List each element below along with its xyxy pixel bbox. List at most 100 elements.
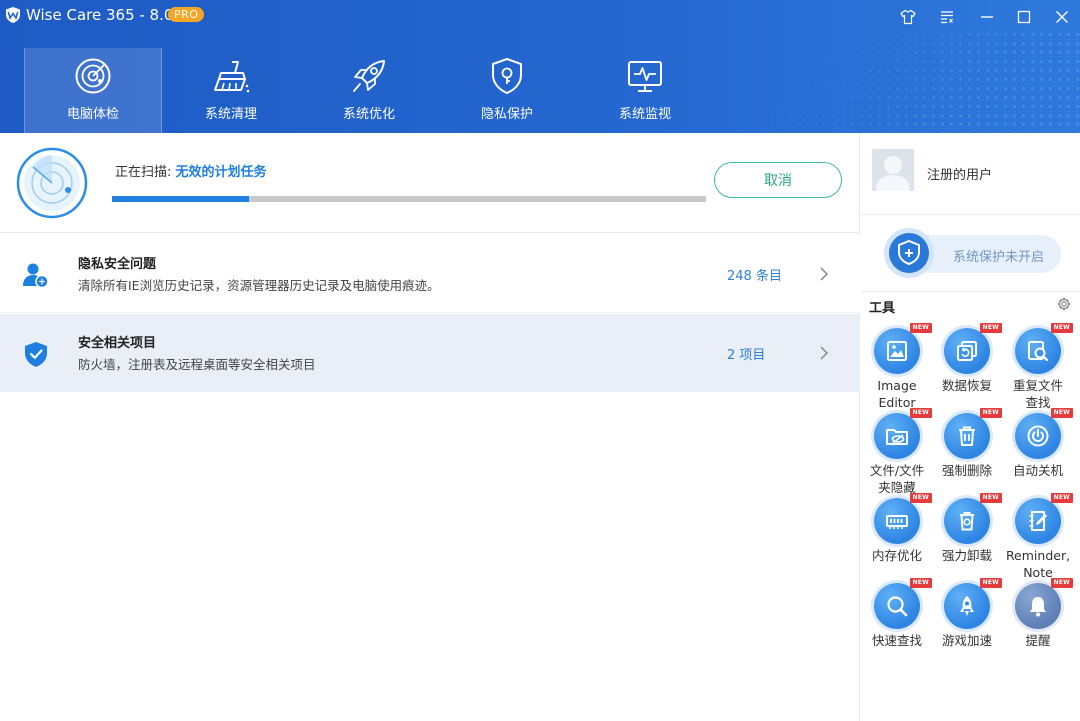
nav-tab-clean[interactable]: 系统清理 xyxy=(162,48,300,133)
chevron-right-icon xyxy=(820,346,829,360)
header: Wise Care 365 - 8.0.6 PRO 电脑体检 系统清理 系统优化… xyxy=(0,0,1080,133)
user-name[interactable]: 注册的用户 xyxy=(927,164,992,183)
result-row-security[interactable]: 安全相关项目 防火墙，注册表及远程桌面等安全相关项目 2 项目 xyxy=(0,314,860,392)
scan-target: 无效的计划任务 xyxy=(175,165,267,180)
user-silhouette-icon xyxy=(872,149,914,191)
tool-duplicate-finder[interactable]: NEW 重复文件 查找 xyxy=(1003,323,1073,411)
new-badge: NEW xyxy=(1050,323,1073,333)
tool-label: 强制删除 xyxy=(941,463,992,478)
tool-label: Image Editor xyxy=(877,378,917,410)
tool-quick-search[interactable]: NEW 快速查找 xyxy=(862,578,932,649)
tool-label: 重复文件 查找 xyxy=(1012,378,1063,410)
result-count: 2 项目 xyxy=(727,348,766,363)
app-title: Wise Care 365 - 8.0.6 xyxy=(26,6,188,24)
close-icon xyxy=(1056,11,1068,23)
result-count: 248 条目 xyxy=(727,269,782,284)
new-badge: NEW xyxy=(979,493,1002,503)
tool-game-boost[interactable]: NEW 游戏加速 xyxy=(932,578,1002,649)
game-boost-icon xyxy=(960,596,974,616)
skin-button[interactable] xyxy=(895,4,921,30)
tool-label: 游戏加速 xyxy=(941,633,992,648)
privacy-user-icon xyxy=(23,263,49,289)
scan-area: 正在扫描: 无效的计划任务 取消 xyxy=(0,133,860,233)
header-pattern xyxy=(740,30,1080,133)
bell-icon xyxy=(1030,597,1046,617)
nav-tab-privacy[interactable]: 隐私保护 xyxy=(438,48,576,133)
radar-icon xyxy=(75,58,111,94)
close-button[interactable] xyxy=(1049,4,1075,30)
reminder-note-icon xyxy=(1029,511,1047,531)
tools-heading: 工具 xyxy=(869,301,896,316)
scan-prefix: 正在扫描: xyxy=(115,165,176,180)
tool-folder-hide[interactable]: NEW 文件/文件 夹隐藏 xyxy=(862,408,932,496)
skin-icon xyxy=(900,9,916,25)
new-badge: NEW xyxy=(979,323,1002,333)
user-box: 注册的用户 xyxy=(861,133,1080,215)
tool-label: 自动关机 xyxy=(1012,463,1063,478)
minimize-icon xyxy=(981,16,993,18)
nav-label: 隐私保护 xyxy=(480,107,533,122)
new-badge: NEW xyxy=(909,408,932,418)
protection-shield-icon[interactable] xyxy=(883,227,935,279)
protection-status: 系统保护未开启 xyxy=(953,250,1045,265)
nav-tab-monitor[interactable]: 系统监视 xyxy=(576,48,714,133)
cancel-button[interactable]: 取消 xyxy=(714,162,842,198)
tool-memory-optimize[interactable]: NEW 内存优化 xyxy=(862,493,932,564)
tool-label: 数据恢复 xyxy=(941,378,992,393)
result-description: 防火墙，注册表及远程桌面等安全相关项目 xyxy=(78,357,316,372)
quick-search-icon xyxy=(887,596,908,617)
new-badge: NEW xyxy=(979,408,1002,418)
avatar[interactable] xyxy=(872,149,914,191)
pro-badge: PRO xyxy=(168,7,205,22)
broom-icon xyxy=(214,61,250,93)
result-row-privacy[interactable]: 隐私安全问题 清除所有IE浏览历史记录，资源管理器历史记录及电脑使用痕迹。 24… xyxy=(0,235,860,313)
new-badge: NEW xyxy=(909,578,932,588)
menu-button[interactable] xyxy=(934,4,960,30)
tool-label: 强力卸载 xyxy=(941,548,992,563)
new-badge: NEW xyxy=(979,578,1002,588)
tool-label: 快速查找 xyxy=(871,633,922,648)
image-editor-icon xyxy=(887,341,907,361)
maximize-button[interactable] xyxy=(1011,4,1037,30)
scan-progress-bar xyxy=(112,196,706,202)
tool-image-editor[interactable]: NEW Image Editor xyxy=(862,323,932,411)
result-description: 清除所有IE浏览历史记录，资源管理器历史记录及电脑使用痕迹。 xyxy=(78,278,440,293)
new-badge: NEW xyxy=(909,493,932,503)
duplicate-finder-icon xyxy=(1028,341,1049,362)
gear-icon[interactable] xyxy=(1057,297,1071,311)
nav-tab-checkup[interactable]: 电脑体检 xyxy=(24,48,162,133)
tool-reminder[interactable]: NEW 提醒 xyxy=(1003,578,1073,649)
chevron-right-icon xyxy=(820,267,829,281)
maximize-icon xyxy=(1017,10,1031,24)
tool-data-recovery[interactable]: NEW 数据恢复 xyxy=(932,323,1002,394)
app-logo-icon xyxy=(6,7,20,23)
tool-force-uninstall[interactable]: NEW 强力卸载 xyxy=(932,493,1002,564)
shield-lock-icon xyxy=(492,58,522,94)
security-shield-icon xyxy=(25,342,47,367)
nav-tab-optimize[interactable]: 系统优化 xyxy=(300,48,438,133)
nav-label: 电脑体检 xyxy=(66,107,119,122)
result-title: 隐私安全问题 xyxy=(78,257,157,272)
scan-status: 正在扫描: 无效的计划任务 xyxy=(115,161,267,180)
main-nav: 电脑体检 系统清理 系统优化 隐私保护 系统监视 xyxy=(24,48,714,133)
title-bar: Wise Care 365 - 8.0.6 PRO xyxy=(0,0,1080,32)
result-title: 安全相关项目 xyxy=(78,336,157,351)
tool-label: Reminder, Note xyxy=(1005,548,1071,580)
auto-shutdown-icon xyxy=(1027,425,1049,447)
nav-label: 系统清理 xyxy=(204,107,257,122)
minimize-button[interactable] xyxy=(974,4,1000,30)
data-recovery-icon xyxy=(957,341,977,361)
folder-hide-icon xyxy=(886,429,908,445)
new-badge: NEW xyxy=(909,323,932,333)
tool-label: 文件/文件 夹隐藏 xyxy=(869,463,925,495)
tool-auto-shutdown[interactable]: NEW 自动关机 xyxy=(1003,408,1073,479)
tool-force-delete[interactable]: NEW 强制删除 xyxy=(932,408,1002,479)
monitor-icon xyxy=(628,61,662,92)
tool-label: 提醒 xyxy=(1025,633,1051,648)
main-panel: 正在扫描: 无效的计划任务 取消 隐私安全问题 清除所有IE浏览历史记录，资源管… xyxy=(0,133,860,721)
memory-optimize-icon xyxy=(886,515,908,529)
new-badge: NEW xyxy=(1050,408,1073,418)
new-badge: NEW xyxy=(1050,493,1073,503)
tool-reminder-note[interactable]: NEW Reminder, Note xyxy=(1003,493,1073,581)
side-panel: 注册的用户 系统保护未开启 工具 NEW Image Editor NEW 数据… xyxy=(861,133,1080,721)
